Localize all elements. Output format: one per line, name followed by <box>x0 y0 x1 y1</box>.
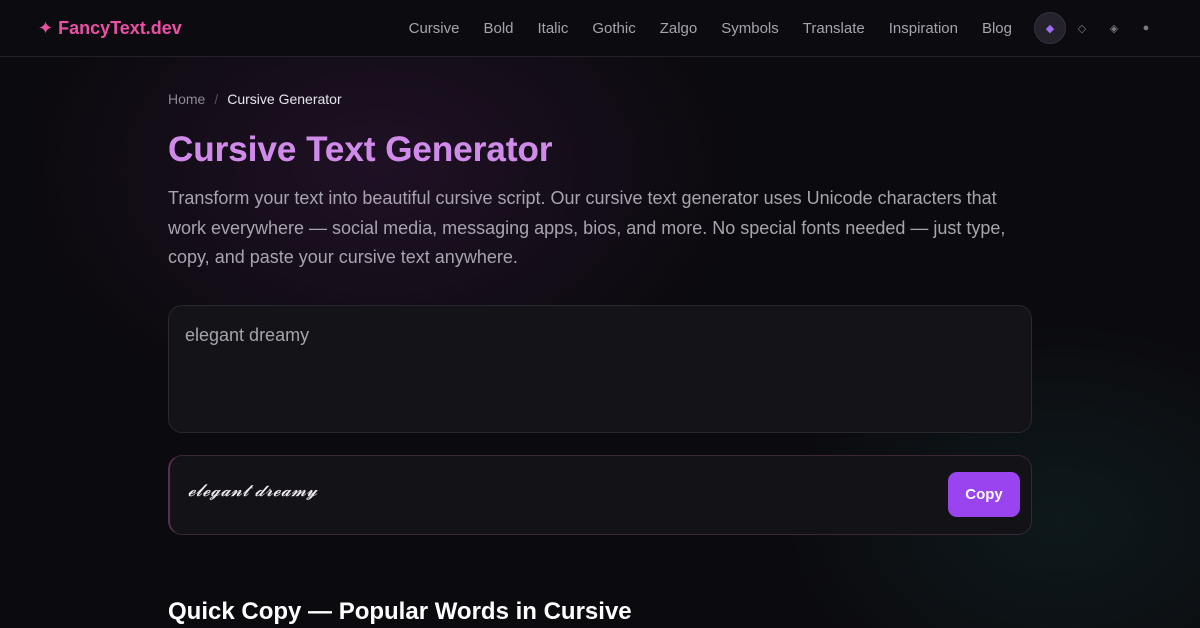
cursive-output: 𝓮𝓵𝓮𝓰𝓪𝓷𝓽 𝓭𝓻𝓮𝓪𝓶𝔂 <box>188 480 318 501</box>
main-content: Home / Cursive Generator Cursive Text Ge… <box>168 57 1032 626</box>
text-input-box: elegant dreamy <box>168 304 1032 433</box>
theme-diamond-icon[interactable]: ◆ <box>1034 12 1066 44</box>
copy-button[interactable]: Copy <box>948 472 1020 517</box>
nav-blog[interactable]: Blog <box>982 20 1012 37</box>
output-box: 𝓮𝓵𝓮𝓰𝓪𝓷𝓽 𝓭𝓻𝓮𝓪𝓶𝔂 Copy <box>168 454 1032 535</box>
main-nav: Cursive Bold Italic Gothic Zalgo Symbols… <box>409 20 1012 37</box>
nav-italic[interactable]: Italic <box>538 20 569 37</box>
breadcrumb-current: Cursive Generator <box>227 91 342 107</box>
breadcrumb-separator: / <box>214 91 219 107</box>
sparkle-icon: ✦ <box>38 17 54 38</box>
breadcrumb-home[interactable]: Home <box>168 91 205 107</box>
theme-diamond-outline-icon[interactable]: ◇ <box>1066 12 1098 44</box>
breadcrumb: Home / Cursive Generator <box>168 91 1032 107</box>
nav-bold[interactable]: Bold <box>483 20 513 37</box>
nav-zalgo[interactable]: Zalgo <box>660 20 698 37</box>
page-description: Transform your text into beautiful cursi… <box>168 188 1006 267</box>
theme-circle-icon[interactable]: ● <box>1130 12 1162 44</box>
quick-copy-heading: Quick Copy — Popular Words in Cursive <box>168 597 632 625</box>
nav-symbols[interactable]: Symbols <box>721 20 779 37</box>
nav-translate[interactable]: Translate <box>803 20 865 37</box>
theme-switcher: ◆ ◇ ◈ ● <box>1034 12 1162 44</box>
theme-diamond-dot-icon[interactable]: ◈ <box>1098 12 1130 44</box>
page-title: Cursive Text Generator <box>168 130 1032 170</box>
nav-gothic[interactable]: Gothic <box>592 20 635 37</box>
text-input[interactable]: elegant dreamy <box>185 324 1015 413</box>
logo-text: FancyText.dev <box>58 17 182 38</box>
nav-cursive[interactable]: Cursive <box>409 20 460 37</box>
nav-inspiration[interactable]: Inspiration <box>889 20 958 37</box>
site-header: ✦ FancyText.dev Cursive Bold Italic Goth… <box>0 0 1200 57</box>
site-logo[interactable]: ✦ FancyText.dev <box>38 18 182 39</box>
